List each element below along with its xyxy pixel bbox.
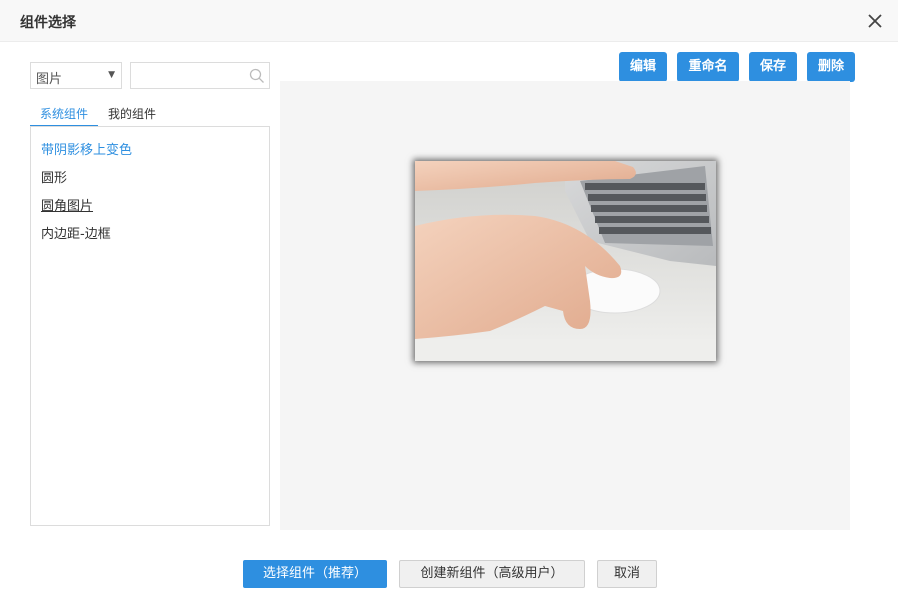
close-icon[interactable] xyxy=(866,12,884,30)
rename-button[interactable]: 重命名 xyxy=(677,52,739,82)
delete-button[interactable]: 删除 xyxy=(807,52,855,82)
chevron-down-icon: ▼ xyxy=(108,70,115,80)
preview-image xyxy=(415,161,716,361)
preview-area xyxy=(280,81,850,530)
list-item-padding-border[interactable]: 内边距-边框 xyxy=(41,223,111,242)
select-component-button[interactable]: 选择组件（推荐） xyxy=(243,560,387,588)
save-button[interactable]: 保存 xyxy=(749,52,797,82)
dialog-title: 组件选择 xyxy=(20,15,76,31)
dialog-titlebar: 组件选择 xyxy=(0,0,898,42)
type-select[interactable]: 图片 ▼ xyxy=(30,62,122,89)
left-panel: 图片 ▼ 系统组件 我的组件 带阴影移上变色 圆形 圆角图片 内边距-边框 xyxy=(30,62,270,526)
type-select-value: 图片 xyxy=(36,72,63,87)
component-tabs: 系统组件 我的组件 xyxy=(30,102,270,127)
component-select-dialog: 组件选择 图片 ▼ 系统组件 我的组件 带阴影移上变色 圆形 圆角图片 内边距-… xyxy=(0,0,898,600)
cancel-button[interactable]: 取消 xyxy=(597,560,657,588)
edit-button[interactable]: 编辑 xyxy=(619,52,667,82)
create-component-button[interactable]: 创建新组件（高级用户） xyxy=(399,560,585,588)
tab-system-components[interactable]: 系统组件 xyxy=(30,105,98,127)
search-box xyxy=(130,62,270,89)
tab-my-components[interactable]: 我的组件 xyxy=(108,105,156,127)
component-list: 带阴影移上变色 圆形 圆角图片 内边距-边框 xyxy=(30,126,270,526)
search-input[interactable] xyxy=(135,66,245,86)
list-item-rounded-image[interactable]: 圆角图片 xyxy=(41,195,93,214)
list-item-circle[interactable]: 圆形 xyxy=(41,167,67,186)
search-icon[interactable] xyxy=(249,68,265,84)
list-item-shadow-hover[interactable]: 带阴影移上变色 xyxy=(41,139,132,158)
